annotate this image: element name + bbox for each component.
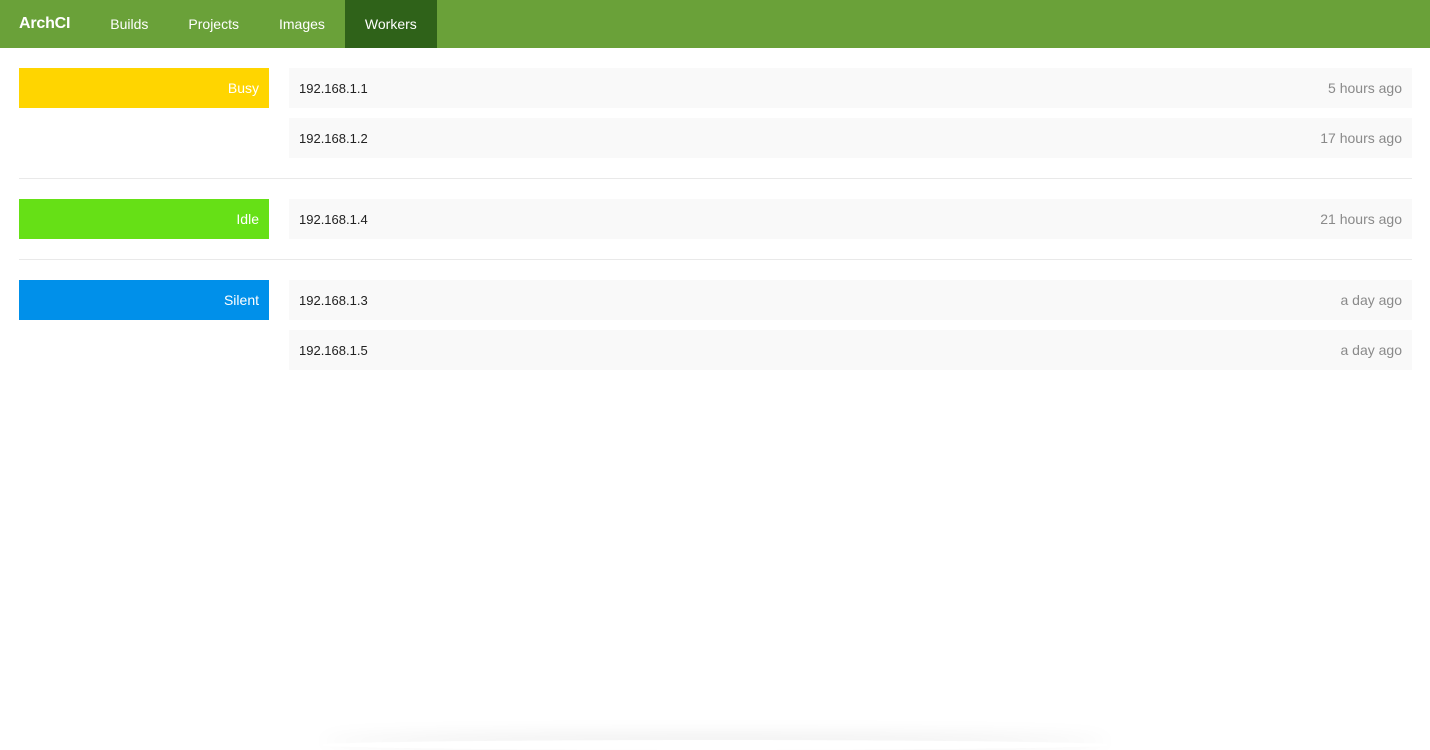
worker-row[interactable]: 192.168.1.5 a day ago: [289, 330, 1412, 370]
worker-last-seen: 5 hours ago: [1328, 80, 1402, 96]
worker-ip: 192.168.1.1: [299, 80, 368, 96]
worker-ip: 192.168.1.2: [299, 130, 368, 146]
worker-group-idle: Idle 192.168.1.4 21 hours ago: [19, 199, 1412, 260]
worker-last-seen: a day ago: [1340, 292, 1403, 308]
workers-content: Busy 192.168.1.1 5 hours ago 192.168.1.2…: [0, 48, 1430, 390]
worker-list: 192.168.1.3 a day ago 192.168.1.5 a day …: [289, 280, 1412, 370]
worker-last-seen: 17 hours ago: [1320, 130, 1402, 146]
worker-group-silent: Silent 192.168.1.3 a day ago 192.168.1.5…: [19, 280, 1412, 390]
status-label-silent: Silent: [19, 280, 269, 320]
worker-row[interactable]: 192.168.1.1 5 hours ago: [289, 68, 1412, 108]
worker-list: 192.168.1.1 5 hours ago 192.168.1.2 17 h…: [289, 68, 1412, 158]
bottom-shadow: [320, 740, 1110, 750]
worker-list: 192.168.1.4 21 hours ago: [289, 199, 1412, 239]
nav-item-workers[interactable]: Workers: [344, 0, 437, 48]
nav-item-images[interactable]: Images: [259, 0, 345, 48]
status-label-idle: Idle: [19, 199, 269, 239]
worker-last-seen: 21 hours ago: [1320, 211, 1402, 227]
top-navbar: ArchCI Builds Projects Images Workers: [0, 0, 1430, 48]
nav-item-builds[interactable]: Builds: [90, 0, 168, 48]
worker-row[interactable]: 192.168.1.3 a day ago: [289, 280, 1412, 320]
worker-ip: 192.168.1.5: [299, 342, 368, 358]
brand-logo[interactable]: ArchCI: [0, 0, 90, 48]
nav-item-projects[interactable]: Projects: [168, 0, 259, 48]
worker-ip: 192.168.1.4: [299, 211, 368, 227]
worker-row[interactable]: 192.168.1.2 17 hours ago: [289, 118, 1412, 158]
status-label-busy: Busy: [19, 68, 269, 108]
worker-ip: 192.168.1.3: [299, 292, 368, 308]
worker-last-seen: a day ago: [1340, 342, 1403, 358]
worker-group-busy: Busy 192.168.1.1 5 hours ago 192.168.1.2…: [19, 68, 1412, 179]
worker-row[interactable]: 192.168.1.4 21 hours ago: [289, 199, 1412, 239]
